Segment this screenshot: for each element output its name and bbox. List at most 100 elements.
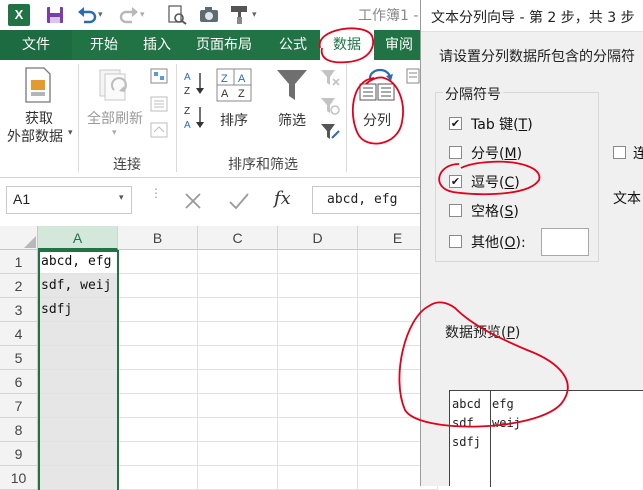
tab-delimiter-checkbox[interactable]: ✔ Tab 键(T) bbox=[449, 114, 559, 134]
row-header[interactable]: 4 bbox=[0, 322, 38, 346]
cell-d9[interactable] bbox=[278, 442, 358, 466]
sort-za-icon[interactable]: ZA bbox=[184, 104, 206, 131]
cell-b7[interactable] bbox=[118, 394, 198, 418]
cell-d10[interactable] bbox=[278, 466, 358, 490]
select-all-corner[interactable] bbox=[0, 226, 38, 250]
row-header[interactable]: 5 bbox=[0, 346, 38, 370]
cell-b1[interactable] bbox=[118, 250, 198, 274]
cell-c9[interactable] bbox=[198, 442, 278, 466]
excel-logo-icon[interactable]: X bbox=[8, 4, 30, 26]
camera-icon[interactable] bbox=[198, 4, 220, 26]
cell-b6[interactable] bbox=[118, 370, 198, 394]
cell-b5[interactable] bbox=[118, 346, 198, 370]
cell-b3[interactable] bbox=[118, 298, 198, 322]
tab-home[interactable]: 开始 bbox=[76, 30, 132, 60]
cell-b4[interactable] bbox=[118, 322, 198, 346]
cell-d5[interactable] bbox=[278, 346, 358, 370]
cell-c10[interactable] bbox=[198, 466, 278, 490]
cell-a4[interactable] bbox=[38, 322, 118, 346]
name-box[interactable]: A1 ▾ bbox=[6, 186, 132, 214]
cell-b10[interactable] bbox=[118, 466, 198, 490]
print-preview-icon[interactable] bbox=[166, 4, 188, 26]
cell-c1[interactable] bbox=[198, 250, 278, 274]
tab-page-layout[interactable]: 页面布局 bbox=[186, 30, 262, 60]
other-delimiter-input[interactable] bbox=[541, 228, 589, 256]
annotation-circle-preview bbox=[398, 301, 569, 428]
cell-a7[interactable] bbox=[38, 394, 118, 418]
cell-c8[interactable] bbox=[198, 418, 278, 442]
get-external-data-button[interactable]: 获取 外部数据 ▾ bbox=[0, 60, 78, 150]
name-box-dropdown-icon[interactable]: ▾ bbox=[119, 193, 124, 203]
sort-dialog-icon: ZAAZ bbox=[216, 68, 252, 102]
cell-c3[interactable] bbox=[198, 298, 278, 322]
redo-dropdown-icon[interactable]: ▾ bbox=[140, 10, 145, 20]
cell-d7[interactable] bbox=[278, 394, 358, 418]
tab-file[interactable]: 文件 bbox=[0, 30, 72, 60]
refresh-all-button[interactable]: 全部刷新 ▾ bbox=[82, 60, 148, 150]
cell-c4[interactable] bbox=[198, 322, 278, 346]
save-icon[interactable] bbox=[44, 4, 66, 26]
cell-d2[interactable] bbox=[278, 274, 358, 298]
column-header-d[interactable]: D bbox=[278, 226, 358, 250]
row-header[interactable]: 8 bbox=[0, 418, 38, 442]
cell-c5[interactable] bbox=[198, 346, 278, 370]
cell-c6[interactable] bbox=[198, 370, 278, 394]
formula-input[interactable]: abcd, efg bbox=[312, 186, 420, 214]
cell-b2[interactable] bbox=[118, 274, 198, 298]
cell-d1[interactable] bbox=[278, 250, 358, 274]
edit-links-icon[interactable] bbox=[150, 122, 168, 138]
sort-button[interactable]: ZAAZ 排序 bbox=[212, 68, 256, 158]
format-painter-icon[interactable] bbox=[228, 4, 250, 26]
cell-c2[interactable] bbox=[198, 274, 278, 298]
qat-customize-icon[interactable]: ▾ bbox=[252, 10, 257, 20]
confirm-formula-icon[interactable] bbox=[226, 190, 252, 212]
tab-checkbox-box[interactable]: ✔ bbox=[449, 117, 462, 130]
cell-d8[interactable] bbox=[278, 418, 358, 442]
cell-a2[interactable]: sdf, weij bbox=[38, 274, 118, 298]
cell-a6[interactable] bbox=[38, 370, 118, 394]
undo-icon[interactable] bbox=[76, 4, 98, 26]
clear-filter-icon[interactable] bbox=[320, 68, 340, 88]
properties-icon[interactable] bbox=[150, 96, 168, 112]
svg-text:Z: Z bbox=[184, 106, 190, 117]
row-header[interactable]: 7 bbox=[0, 394, 38, 418]
row-header[interactable]: 3 bbox=[0, 298, 38, 322]
connections-icon[interactable] bbox=[150, 68, 168, 84]
cell-a8[interactable] bbox=[38, 418, 118, 442]
consecutive-checkbox-box[interactable] bbox=[613, 146, 626, 159]
treat-consecutive-checkbox[interactable]: 连 bbox=[613, 143, 643, 163]
cell-d6[interactable] bbox=[278, 370, 358, 394]
cell-d3[interactable] bbox=[278, 298, 358, 322]
cell-b8[interactable] bbox=[118, 418, 198, 442]
advanced-filter-icon[interactable] bbox=[320, 122, 340, 142]
cancel-formula-icon[interactable] bbox=[180, 190, 206, 212]
undo-dropdown-icon[interactable]: ▾ bbox=[98, 10, 103, 20]
cell-a9[interactable] bbox=[38, 442, 118, 466]
cell-a1[interactable]: abcd, efg bbox=[38, 250, 118, 274]
space-checkbox-box[interactable] bbox=[449, 204, 462, 217]
space-delimiter-checkbox[interactable]: 空格(S) bbox=[449, 201, 559, 221]
other-delimiter-checkbox[interactable]: 其他(O): bbox=[449, 232, 539, 252]
column-header-b[interactable]: B bbox=[118, 226, 198, 250]
row-header[interactable]: 10 bbox=[0, 466, 38, 490]
redo-icon[interactable] bbox=[118, 4, 140, 26]
other-checkbox-box[interactable] bbox=[449, 235, 462, 248]
cell-a3[interactable]: sdfj bbox=[38, 298, 118, 322]
cell-a5[interactable] bbox=[38, 346, 118, 370]
row-header[interactable]: 2 bbox=[0, 274, 38, 298]
row-header[interactable]: 1 bbox=[0, 250, 38, 274]
insert-function-icon[interactable]: fx bbox=[274, 188, 291, 209]
reapply-filter-icon[interactable] bbox=[320, 96, 340, 116]
row-header[interactable]: 6 bbox=[0, 370, 38, 394]
flash-fill-icon[interactable] bbox=[406, 68, 420, 84]
cell-b9[interactable] bbox=[118, 442, 198, 466]
cell-c7[interactable] bbox=[198, 394, 278, 418]
row-header[interactable]: 9 bbox=[0, 442, 38, 466]
sort-az-icon[interactable]: AZ bbox=[184, 70, 206, 97]
cell-a10[interactable] bbox=[38, 466, 118, 490]
column-header-a[interactable]: A bbox=[38, 226, 118, 250]
tab-insert[interactable]: 插入 bbox=[134, 30, 180, 60]
filter-button[interactable]: 筛选 bbox=[270, 68, 314, 158]
cell-d4[interactable] bbox=[278, 322, 358, 346]
column-header-c[interactable]: C bbox=[198, 226, 278, 250]
